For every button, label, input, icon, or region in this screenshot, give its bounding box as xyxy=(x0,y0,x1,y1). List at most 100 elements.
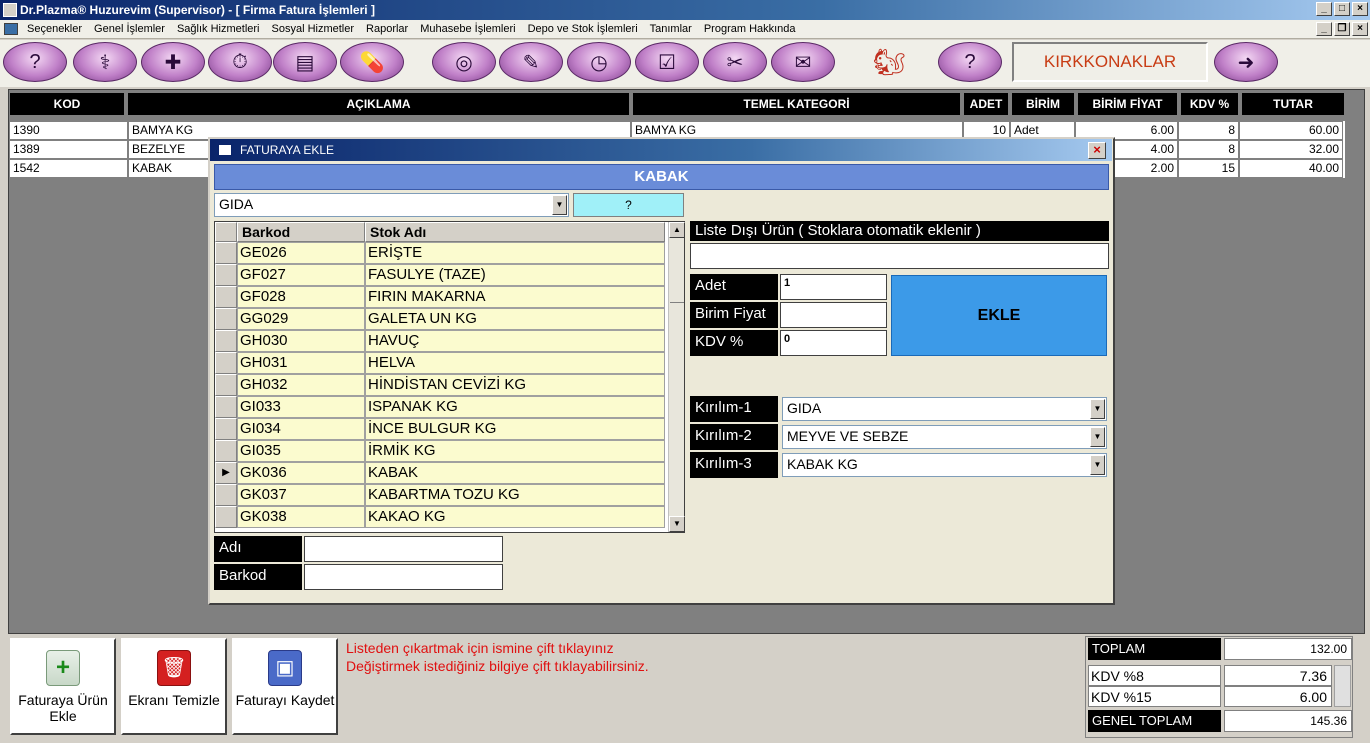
spiral-icon[interactable]: ◎ xyxy=(432,42,496,82)
row-indicator[interactable] xyxy=(215,264,237,286)
category-select[interactable]: GIDA ▼ xyxy=(214,193,569,217)
add-product-button[interactable]: + Faturaya Ürün Ekle xyxy=(10,638,116,735)
stock-name: KAKAO KG xyxy=(365,506,665,528)
col-aciklama[interactable]: AÇIKLAMA xyxy=(127,92,630,116)
help-note-icon[interactable]: ? xyxy=(938,42,1002,82)
chevron-down-icon[interactable]: ▼ xyxy=(1090,455,1105,475)
pills-icon[interactable]: 💊 xyxy=(340,42,404,82)
maximize-button[interactable]: □ xyxy=(1334,2,1350,16)
stock-row[interactable]: GF028 FIRIN MAKARNA xyxy=(215,286,665,308)
row-indicator[interactable] xyxy=(215,330,237,352)
row-indicator[interactable] xyxy=(215,506,237,528)
adet-input[interactable]: 1 xyxy=(780,274,887,300)
menu-tanimlar[interactable]: Tanımlar xyxy=(650,20,692,39)
schedule-icon[interactable]: ◷ xyxy=(567,42,631,82)
stock-row[interactable]: GI033 ISPANAK KG xyxy=(215,396,665,418)
adi-input[interactable] xyxy=(304,536,503,562)
dialog-window-icon xyxy=(218,144,232,156)
clear-screen-button[interactable]: 🗑 Ekranı Temizle xyxy=(121,638,227,735)
row-indicator[interactable] xyxy=(215,286,237,308)
kdv-scrollbar[interactable] xyxy=(1334,665,1351,707)
col-stok-adi[interactable]: Stok Adı xyxy=(365,222,665,242)
mdi-window-icon[interactable] xyxy=(4,23,18,35)
row-pointer-icon[interactable]: ▶ xyxy=(215,462,237,484)
stock-row[interactable]: GK037 KABARTMA TOZU KG xyxy=(215,484,665,506)
chevron-down-icon[interactable]: ▼ xyxy=(552,195,567,215)
squirrel-mascot-icon[interactable]: 🐿 xyxy=(865,42,913,82)
toplam-label: TOPLAM xyxy=(1088,638,1221,660)
doctors-icon[interactable]: ⚕ xyxy=(73,42,137,82)
chevron-down-icon[interactable]: ▼ xyxy=(1090,427,1105,447)
col-kdv[interactable]: KDV % xyxy=(1180,92,1239,116)
row-indicator[interactable] xyxy=(215,374,237,396)
stock-row[interactable]: GI034 İNCE BULGUR KG xyxy=(215,418,665,440)
stock-row[interactable]: GF027 FASULYE (TAZE) xyxy=(215,264,665,286)
stock-row[interactable]: GK038 KAKAO KG xyxy=(215,506,665,528)
mdi-close-button[interactable]: × xyxy=(1352,22,1368,36)
document-icon[interactable]: ▤ xyxy=(273,42,337,82)
window-titlebar: Dr.Plazma® Huzurevim (Supervisor) - [ Fi… xyxy=(0,0,1370,20)
col-temel-kategori[interactable]: TEMEL KATEGORİ xyxy=(632,92,961,116)
menu-sosyal-hizmetler[interactable]: Sosyal Hizmetler xyxy=(272,20,355,39)
chevron-down-icon[interactable]: ▼ xyxy=(1090,399,1105,419)
help-head-icon[interactable]: ? xyxy=(3,42,67,82)
help-button[interactable]: ? xyxy=(573,193,684,217)
stock-row[interactable]: GI035 İRMİK KG xyxy=(215,440,665,462)
stock-row[interactable]: ▶ GK036 KABAK xyxy=(215,462,665,484)
menu-program-hakkinda[interactable]: Program Hakkında xyxy=(704,20,796,39)
row-indicator[interactable] xyxy=(215,308,237,330)
kirilim-3-select[interactable]: KABAK KG ▼ xyxy=(782,453,1107,477)
cell-tutar: 60.00 xyxy=(1239,121,1343,140)
kirilim-2-select[interactable]: MEYVE VE SEBZE ▼ xyxy=(782,425,1107,449)
stock-name: HİNDİSTAN CEVİZİ KG xyxy=(365,374,665,396)
stock-barkod: GI035 xyxy=(237,440,365,462)
row-indicator[interactable] xyxy=(215,396,237,418)
stock-row[interactable]: GH031 HELVA xyxy=(215,352,665,374)
kdv-input[interactable]: 0 xyxy=(780,330,887,356)
kirilim-1-select[interactable]: GIDA ▼ xyxy=(782,397,1107,421)
mdi-minimize-button[interactable]: _ xyxy=(1316,22,1332,36)
col-kod[interactable]: KOD xyxy=(9,92,125,116)
menu-raporlar[interactable]: Raporlar xyxy=(366,20,408,39)
menu-genel-islemler[interactable]: Genel İşlemler xyxy=(94,20,165,39)
ekle-button[interactable]: EKLE xyxy=(891,275,1107,356)
mdi-restore-button[interactable]: ❐ xyxy=(1334,22,1350,36)
col-adet[interactable]: ADET xyxy=(963,92,1009,116)
health-tools-icon[interactable]: ✚ xyxy=(141,42,205,82)
minimize-button[interactable]: _ xyxy=(1316,2,1332,16)
dialog-close-button[interactable]: × xyxy=(1088,142,1106,159)
scroll-down-icon[interactable]: ▼ xyxy=(669,516,685,532)
stock-row[interactable]: GH032 HİNDİSTAN CEVİZİ KG xyxy=(215,374,665,396)
barkod-input[interactable] xyxy=(304,564,503,590)
menu-muhasebe-islemleri[interactable]: Muhasebe İşlemleri xyxy=(420,20,515,39)
stock-grid-scrollbar[interactable]: ▲ ▼ xyxy=(668,222,685,532)
stock-row[interactable]: GE026 ERİŞTE xyxy=(215,242,665,264)
row-indicator[interactable] xyxy=(215,484,237,506)
mail-icon[interactable]: ✉ xyxy=(771,42,835,82)
col-tutar[interactable]: TUTAR xyxy=(1241,92,1345,116)
col-birim-fiyat[interactable]: BİRİM FİYAT xyxy=(1077,92,1178,116)
menu-depo-stok[interactable]: Depo ve Stok İşlemleri xyxy=(528,20,638,39)
menu-saglik-hizmetleri[interactable]: Sağlık Hizmetleri xyxy=(177,20,260,39)
dialog-titlebar[interactable]: FATURAYA EKLE xyxy=(210,139,1112,161)
row-indicator[interactable] xyxy=(215,352,237,374)
clipboard-check-icon[interactable]: ☑ xyxy=(635,42,699,82)
stock-row[interactable]: GG029 GALETA UN KG xyxy=(215,308,665,330)
col-birim[interactable]: BİRİM xyxy=(1011,92,1075,116)
row-indicator[interactable] xyxy=(215,440,237,462)
tools-icon[interactable]: ✂ xyxy=(703,42,767,82)
birim-fiyat-input[interactable] xyxy=(780,302,887,328)
off-list-input[interactable] xyxy=(690,243,1109,269)
scroll-up-icon[interactable]: ▲ xyxy=(669,222,685,238)
col-barkod[interactable]: Barkod xyxy=(237,222,365,242)
close-button[interactable]: × xyxy=(1352,2,1368,16)
menu-secenekler[interactable]: Seçenekler xyxy=(27,20,82,39)
save-invoice-button[interactable]: ▣ Faturayı Kaydet xyxy=(232,638,338,735)
row-indicator[interactable] xyxy=(215,242,237,264)
stopwatch-icon[interactable]: ⏱ xyxy=(208,42,272,82)
syringe-icon[interactable]: ✎ xyxy=(499,42,563,82)
scroll-thumb[interactable] xyxy=(670,302,684,312)
row-indicator[interactable] xyxy=(215,418,237,440)
stock-row[interactable]: GH030 HAVUÇ xyxy=(215,330,665,352)
globe-exit-icon[interactable]: ➜ xyxy=(1214,42,1278,82)
